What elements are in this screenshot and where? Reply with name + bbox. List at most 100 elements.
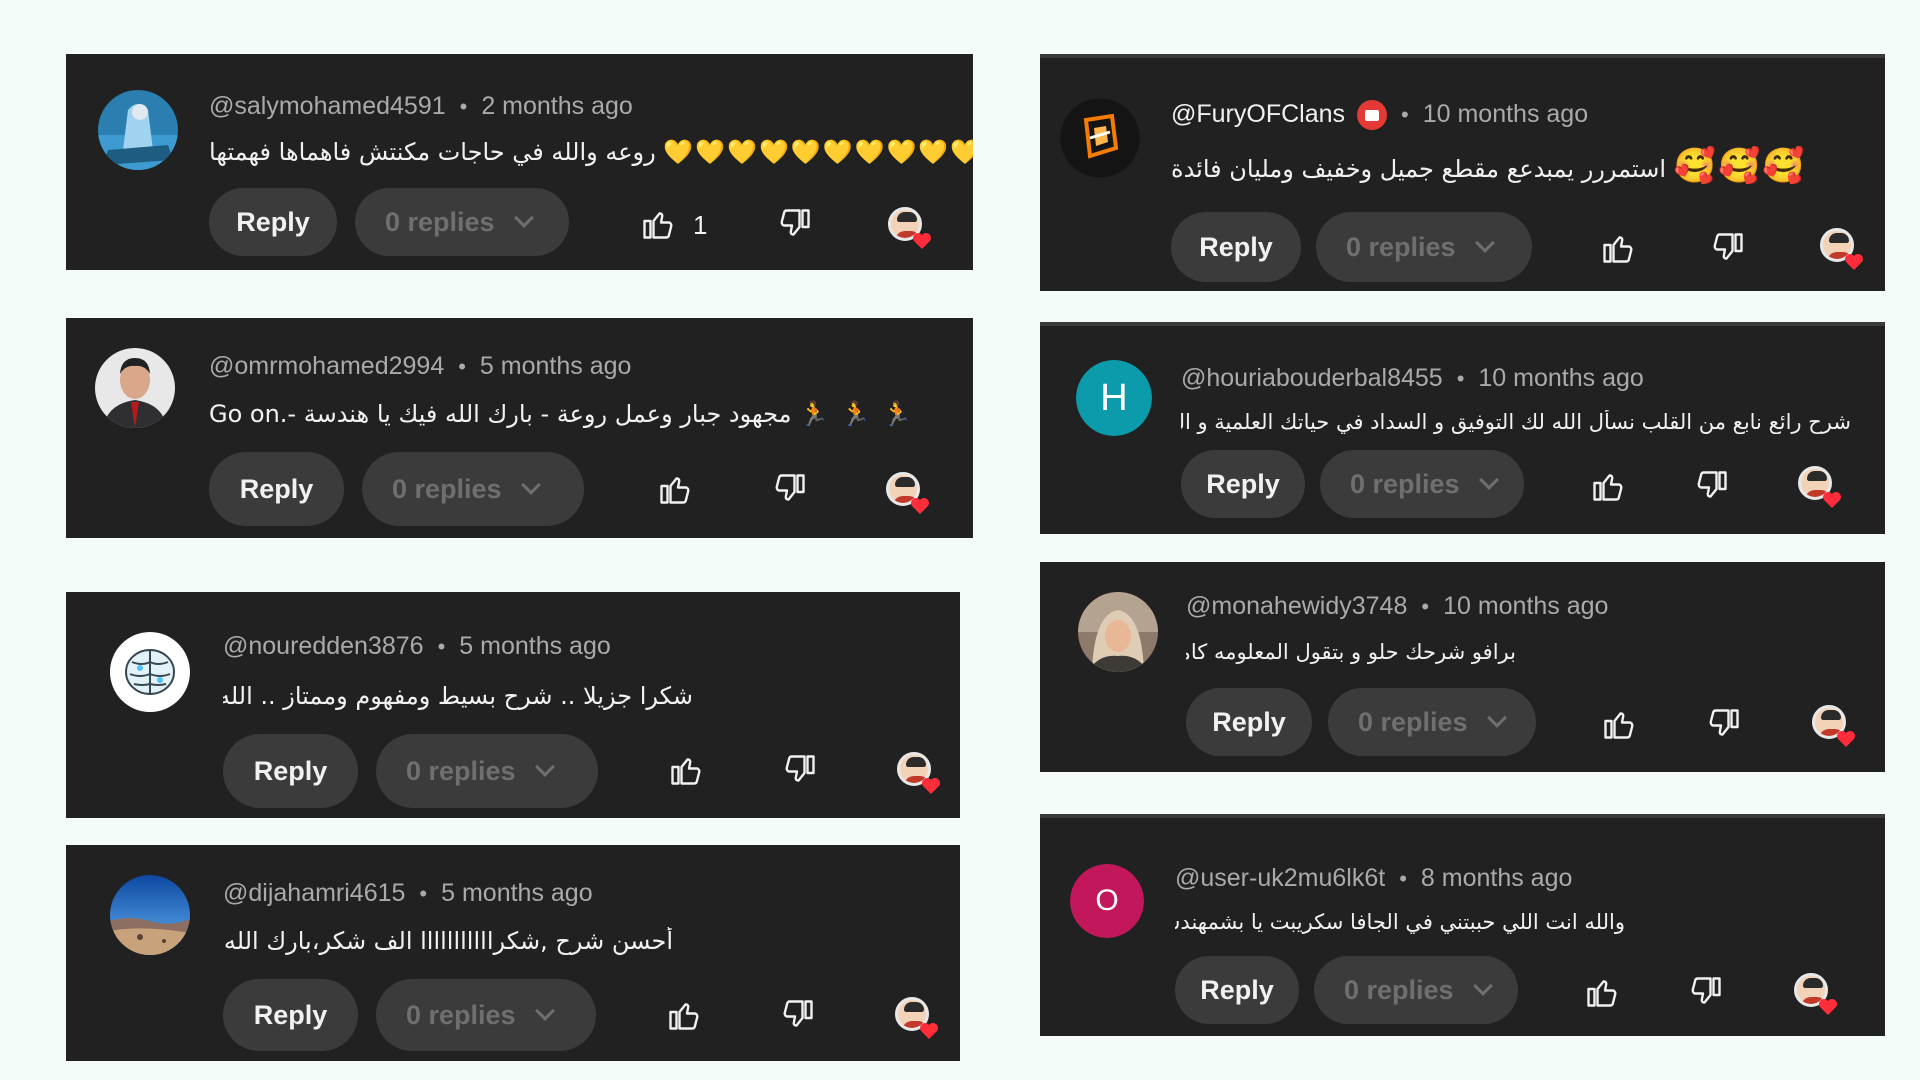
thumbs-down-icon[interactable]: [1706, 706, 1742, 742]
comment-emojis: 🏃 🏃 🏃: [799, 400, 914, 428]
avatar[interactable]: [110, 632, 190, 712]
chevron-down-icon: [520, 475, 541, 495]
thumbs-down-icon[interactable]: [772, 471, 808, 507]
replies-toggle[interactable]: 0 replies: [376, 979, 596, 1051]
avatar-letter: H: [1076, 360, 1152, 436]
comment-author[interactable]: @nouredden3876: [223, 632, 424, 661]
comment-text: شكرا جزيلا .. شرح بسيط ومفهوم وممتاز .. …: [223, 682, 693, 710]
thumbs-up-icon[interactable]: [1600, 230, 1636, 266]
comment-card: @monahewidy3748 • 10 months ago برافو شر…: [1040, 562, 1885, 772]
replies-label: 0 replies: [385, 206, 495, 237]
comment-body: روعه والله في حاجات مكنتش فاهماها فهمتها: [209, 138, 656, 166]
replies-toggle[interactable]: 0 replies: [362, 452, 584, 526]
comment-author[interactable]: @FuryOFClans: [1171, 100, 1345, 129]
reply-button[interactable]: Reply: [223, 979, 358, 1051]
avatar[interactable]: [95, 348, 175, 428]
reply-button[interactable]: Reply: [1181, 450, 1305, 518]
chevron-down-icon: [1486, 708, 1507, 728]
avatar[interactable]: [1078, 592, 1158, 672]
avatar[interactable]: [110, 875, 190, 955]
reply-label: Reply: [239, 473, 314, 504]
comment-author[interactable]: @houriabouderbal8455: [1181, 364, 1443, 393]
avatar[interactable]: [98, 90, 178, 170]
comment-text: شرح رائع نابع من القلب نسأل الله لك التو…: [1181, 410, 1851, 434]
thumbs-down-icon[interactable]: [782, 752, 818, 788]
comment-time[interactable]: 8 months ago: [1421, 864, 1573, 893]
comment-author[interactable]: @dijahamri4615: [223, 879, 405, 908]
reply-label: Reply: [236, 206, 310, 237]
replies-toggle[interactable]: 0 replies: [376, 734, 598, 808]
chevron-down-icon: [1472, 976, 1493, 996]
separator-dot: •: [1399, 866, 1407, 891]
reply-button[interactable]: Reply: [209, 452, 344, 526]
creator-heart-badge: [1794, 973, 1838, 1017]
comment-time[interactable]: 2 months ago: [481, 92, 633, 121]
reply-button[interactable]: Reply: [223, 734, 358, 808]
comment-time[interactable]: 5 months ago: [441, 879, 593, 908]
reply-button[interactable]: Reply: [1186, 688, 1312, 756]
avatar[interactable]: O: [1070, 864, 1144, 938]
replies-label: 0 replies: [392, 473, 502, 504]
comment-author[interactable]: @monahewidy3748: [1186, 592, 1407, 621]
comment-body: Go on.- مجهود جبار وعمل روعة - بارك الله…: [209, 400, 792, 428]
like-count: 1: [693, 210, 708, 240]
thumbs-up-icon[interactable]: [1584, 974, 1620, 1010]
reply-label: Reply: [253, 999, 328, 1030]
chevron-down-icon: [1474, 233, 1495, 253]
reply-label: Reply: [253, 755, 328, 786]
thumbs-up-icon[interactable]: [668, 752, 704, 788]
thumbs-down-icon[interactable]: [1688, 974, 1724, 1010]
thumbs-up-icon[interactable]: [640, 206, 676, 242]
thumbs-up-icon[interactable]: [657, 471, 693, 507]
comment-card: @omrmohamed2994 • 5 months ago Go on.- م…: [66, 318, 973, 538]
thumbs-down-icon[interactable]: [1694, 468, 1730, 504]
comment-time[interactable]: 5 months ago: [480, 352, 632, 381]
creator-heart-badge: [895, 997, 939, 1041]
reply-button[interactable]: Reply: [1171, 212, 1301, 282]
creator-heart-badge: [886, 472, 930, 516]
comment-time[interactable]: 10 months ago: [1478, 364, 1643, 393]
comment-time[interactable]: 10 months ago: [1443, 592, 1608, 621]
creator-heart-badge: [1820, 228, 1864, 272]
reply-button[interactable]: Reply: [1175, 956, 1299, 1024]
heart-icon: [922, 778, 940, 794]
creator-heart-badge: [888, 207, 932, 251]
comment-text: برافو شرحك حلو و بتقول المعلومه كامله: [1186, 640, 1516, 664]
avatar[interactable]: H: [1076, 360, 1152, 436]
comment-card: @dijahamri4615 • 5 months ago أحسن شرح ,…: [66, 845, 960, 1061]
thumbs-up-icon[interactable]: [1590, 468, 1626, 504]
reply-button[interactable]: Reply: [209, 188, 337, 256]
thumbs-down-icon[interactable]: [777, 206, 813, 242]
thumbs-up-icon[interactable]: [1601, 706, 1637, 742]
comment-author[interactable]: @user-uk2mu6lk6t: [1175, 864, 1385, 893]
comment-time[interactable]: 10 months ago: [1423, 100, 1588, 129]
reply-label: Reply: [1212, 706, 1286, 737]
reply-label: Reply: [1200, 974, 1274, 1005]
avatar[interactable]: [1060, 98, 1140, 178]
comment-emojis: 🥰🥰🥰: [1673, 146, 1807, 186]
thumbs-down-icon[interactable]: [780, 997, 816, 1033]
comment-author[interactable]: @salymohamed4591: [209, 92, 446, 121]
replies-toggle[interactable]: 0 replies: [1320, 450, 1524, 518]
comment-author[interactable]: @omrmohamed2994: [209, 352, 444, 381]
replies-label: 0 replies: [1346, 231, 1456, 262]
thumbs-up-icon[interactable]: [666, 997, 702, 1033]
thumbs-down-icon[interactable]: [1710, 230, 1746, 266]
replies-toggle[interactable]: 0 replies: [1314, 956, 1518, 1024]
separator-dot: •: [1401, 102, 1409, 127]
heart-icon: [1837, 731, 1855, 747]
separator-dot: •: [459, 94, 468, 119]
comment-emojis: 💛💛💛💛💛💛💛💛💛💛: [663, 138, 973, 166]
comment-time[interactable]: 5 months ago: [459, 632, 611, 661]
creator-heart-badge: [1798, 466, 1842, 510]
separator-dot: •: [1456, 366, 1465, 391]
heart-icon: [911, 498, 929, 514]
replies-toggle[interactable]: 0 replies: [355, 188, 569, 256]
replies-toggle[interactable]: 0 replies: [1316, 212, 1532, 282]
comment-card: @salymohamed4591 • 2 months ago روعه وال…: [66, 54, 973, 270]
comment-text: استمررر يمبدعع مقطع جميل وخفيف ومليان فا…: [1171, 146, 1811, 186]
comment-card: H @houriabouderbal8455 • 10 months ago ش…: [1040, 322, 1885, 534]
replies-label: 0 replies: [1350, 468, 1460, 499]
replies-toggle[interactable]: 0 replies: [1328, 688, 1536, 756]
heart-icon: [1819, 999, 1837, 1015]
